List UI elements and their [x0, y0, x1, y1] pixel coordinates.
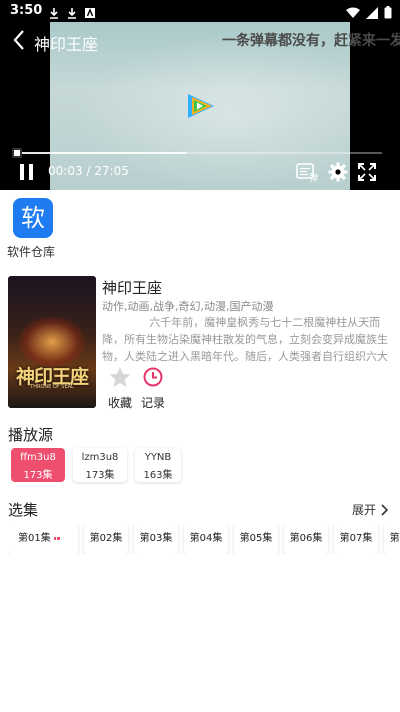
episode-item[interactable]: 第08集	[384, 524, 400, 554]
video-title: 神印王座	[34, 35, 99, 54]
gear-icon	[328, 162, 348, 182]
episode-item[interactable]: 第02集	[84, 524, 128, 554]
anime-poster: 神印王座 THRONE OF SEAL	[8, 276, 96, 408]
fullscreen-icon	[358, 163, 376, 181]
record-label: 记录	[140, 396, 165, 410]
source-card[interactable]: YYNB 163集	[135, 448, 181, 482]
playing-indicator-icon	[54, 537, 60, 540]
progress-bar[interactable]	[14, 152, 382, 154]
star-icon	[109, 367, 131, 387]
play-source-title: 播放源	[8, 426, 54, 444]
episode-item[interactable]: 第05集	[234, 524, 278, 554]
tencent-video-logo-icon	[185, 92, 217, 124]
back-button[interactable]	[10, 28, 30, 52]
source-name: ffm3u8	[20, 452, 56, 463]
episode-item[interactable]: 第07集	[334, 524, 378, 554]
video-player[interactable]: 3:50 神印王座 一条弹幕都没有，赶紧来一发 00:03 / 27:05 弹	[0, 0, 400, 190]
episodes-title: 选集	[8, 501, 39, 519]
poster-subtitle: THRONE OF SEAL	[30, 384, 74, 390]
signal-icon	[366, 4, 378, 23]
app-notification-icon	[84, 4, 96, 18]
source-name: YYNB	[144, 452, 172, 463]
favorite-label: 收藏	[107, 396, 132, 410]
software-repo-shortcut[interactable]: 软 软件仓库	[7, 198, 58, 260]
svg-text:弹: 弹	[309, 172, 318, 182]
fullscreen-button[interactable]	[357, 162, 377, 182]
system-icons	[346, 4, 392, 23]
settings-button[interactable]	[328, 162, 348, 182]
time-display: 00:03 / 27:05	[48, 164, 129, 178]
source-count: 173集	[23, 470, 53, 481]
download-icon	[48, 4, 60, 19]
record-button[interactable]: 记录	[139, 366, 167, 411]
danmaku-text: 一条弹幕都没有，赶紧来一发	[222, 33, 400, 49]
status-bar: 3:50	[0, 0, 400, 22]
anime-description: 六千年前，魔神皇枫秀与七十二根魔神柱从天而降，所有生物沾染魔神柱散发的气息，立刻…	[102, 316, 388, 362]
episode-item[interactable]: 第01集	[8, 524, 78, 554]
source-name: lzm3u8	[81, 452, 119, 463]
progress-handle[interactable]	[12, 148, 22, 158]
clock-icon	[143, 367, 163, 387]
episode-item[interactable]: 第03集	[134, 524, 178, 554]
status-time: 3:50	[10, 3, 43, 18]
episode-item[interactable]: 第06集	[284, 524, 328, 554]
software-repo-label: 软件仓库	[6, 245, 55, 259]
anime-title: 神印王座	[102, 279, 163, 297]
wifi-icon	[346, 4, 360, 23]
danmaku-icon: 弹	[296, 163, 318, 184]
source-card[interactable]: lzm3u8 173集	[73, 448, 127, 482]
source-count: 173集	[85, 470, 115, 481]
source-count: 163集	[143, 470, 173, 481]
episode-item[interactable]: 第04集	[184, 524, 228, 554]
danmaku-toggle-button[interactable]: 弹	[296, 162, 320, 184]
episode-list[interactable]: 第01集 第02集 第03集 第04集 第05集 第06集 第07集 第08集	[8, 524, 400, 554]
source-card[interactable]: ffm3u8 173集	[11, 448, 65, 482]
pause-button[interactable]	[18, 162, 36, 182]
pause-icon	[20, 164, 33, 180]
chevron-right-icon	[381, 503, 389, 516]
chevron-left-icon	[13, 30, 24, 50]
software-repo-icon: 软	[13, 198, 53, 238]
favorite-button[interactable]: 收藏	[106, 366, 134, 411]
notification-icons	[48, 4, 96, 19]
download-icon	[66, 4, 78, 19]
expand-label: 展开	[352, 503, 377, 517]
expand-button[interactable]: 展开	[352, 501, 389, 518]
anime-tags: 动作,动画,战争,奇幻,动漫,国产动漫	[102, 300, 274, 313]
battery-icon	[384, 4, 392, 23]
progress-fill	[14, 152, 187, 154]
